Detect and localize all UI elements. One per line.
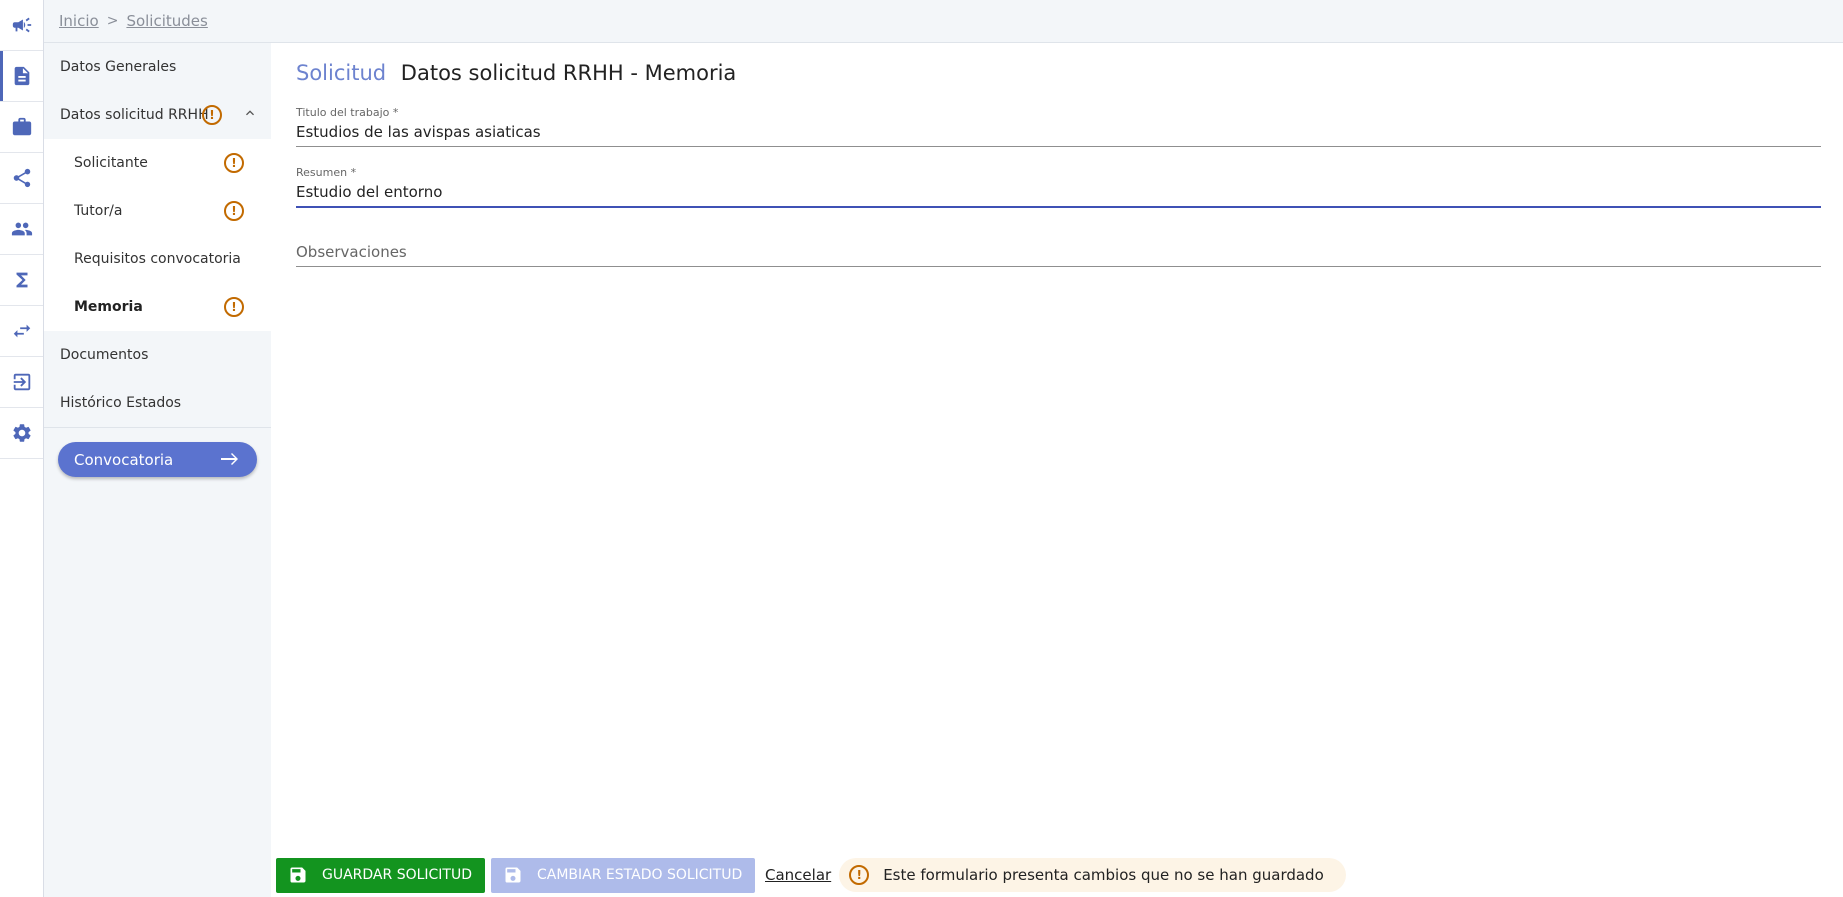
warning-icon: ! bbox=[224, 297, 244, 317]
rail-item-sums[interactable] bbox=[0, 255, 43, 306]
change-state-button-label: CAMBIAR ESTADO SOLICITUD bbox=[537, 867, 743, 883]
page-title: Solicitud Datos solicitud RRHH - Memoria bbox=[296, 61, 736, 85]
rail-item-requests[interactable] bbox=[0, 51, 43, 102]
warning-icon: ! bbox=[224, 153, 244, 173]
breadcrumb: Inicio > Solicitudes bbox=[44, 0, 1843, 43]
nav-item-label: Memoria bbox=[74, 299, 143, 315]
rail-item-people[interactable] bbox=[0, 204, 43, 255]
observaciones-field[interactable]: Observaciones bbox=[296, 243, 1821, 267]
rail-item-transfers[interactable] bbox=[0, 306, 43, 357]
people-icon bbox=[11, 222, 32, 236]
breadcrumb-current-link[interactable]: Solicitudes bbox=[126, 12, 207, 30]
nav-item-label: Datos solicitud RRHH bbox=[60, 107, 209, 123]
nav-item-historico[interactable]: Histórico Estados bbox=[44, 379, 271, 427]
unsaved-changes-banner: ! Este formulario presenta cambios que n… bbox=[839, 858, 1346, 892]
rail-item-projects[interactable] bbox=[0, 102, 43, 153]
breadcrumb-separator: > bbox=[106, 13, 119, 29]
nav-item-label: Solicitante bbox=[74, 155, 148, 171]
nav-item-label: Tutor/a bbox=[74, 203, 123, 219]
resumen-label: Resumen * bbox=[296, 166, 357, 179]
document-icon bbox=[14, 66, 29, 86]
chevron-up-icon[interactable] bbox=[242, 105, 258, 121]
main-content: Solicitud Datos solicitud RRHH - Memoria… bbox=[271, 43, 1843, 853]
rail-item-share[interactable] bbox=[0, 153, 43, 204]
unsaved-changes-message: Este formulario presenta cambios que no … bbox=[883, 866, 1324, 884]
titulo-label: Titulo del trabajo * bbox=[296, 106, 399, 119]
save-button-label: GUARDAR SOLICITUD bbox=[322, 867, 473, 883]
logout-icon bbox=[13, 373, 30, 391]
save-icon bbox=[505, 867, 521, 883]
share-icon bbox=[13, 168, 30, 188]
observaciones-input[interactable]: Observaciones bbox=[296, 243, 1821, 267]
briefcase-icon bbox=[12, 117, 31, 136]
save-icon bbox=[290, 867, 306, 883]
nav-item-memoria[interactable]: Memoria ! bbox=[44, 283, 271, 331]
page-title-text: Datos solicitud RRHH - Memoria bbox=[400, 61, 737, 85]
nav-item-label: Documentos bbox=[60, 347, 149, 363]
nav-item-requisitos[interactable]: Requisitos convocatoria bbox=[44, 235, 271, 283]
arrow-right-icon bbox=[221, 453, 238, 465]
page-title-prefix: Solicitud bbox=[296, 61, 387, 85]
nav-divider bbox=[44, 427, 271, 428]
rail-item-announcements[interactable] bbox=[0, 0, 43, 51]
nav-item-label: Histórico Estados bbox=[60, 395, 182, 411]
resumen-field[interactable]: Resumen * Estudio del entorno bbox=[296, 166, 1821, 208]
change-state-button[interactable]: CAMBIAR ESTADO SOLICITUD bbox=[491, 857, 755, 893]
megaphone-icon bbox=[12, 17, 31, 33]
resumen-input[interactable]: Estudio del entorno bbox=[296, 183, 1821, 208]
save-button[interactable]: GUARDAR SOLICITUD bbox=[276, 857, 485, 893]
form-footer: GUARDAR SOLICITUD CAMBIAR ESTADO SOLICIT… bbox=[271, 853, 1843, 897]
warning-icon: ! bbox=[224, 201, 244, 221]
nav-item-label: Datos Generales bbox=[60, 59, 177, 75]
nav-item-tutor[interactable]: Tutor/a ! bbox=[44, 187, 271, 235]
titulo-input[interactable]: Estudios de las avispas asiaticas bbox=[296, 123, 1821, 147]
warning-icon: ! bbox=[202, 105, 222, 125]
convocatoria-button[interactable]: Convocatoria bbox=[58, 442, 257, 477]
breadcrumb-home-link[interactable]: Inicio bbox=[59, 12, 99, 30]
nav-item-datos-solicitud[interactable]: Datos solicitud RRHH ! bbox=[44, 91, 271, 139]
nav-item-label: Requisitos convocatoria bbox=[74, 251, 241, 267]
cancel-link[interactable]: Cancelar bbox=[765, 866, 831, 884]
rail-item-logout[interactable] bbox=[0, 357, 43, 408]
gear-icon bbox=[12, 424, 31, 442]
nav-item-documentos[interactable]: Documentos bbox=[44, 331, 271, 379]
nav-item-datos-generales[interactable]: Datos Generales bbox=[44, 43, 271, 91]
swap-icon bbox=[13, 324, 30, 338]
section-nav: Datos Generales Datos solicitud RRHH ! S… bbox=[44, 43, 271, 897]
rail-item-settings[interactable] bbox=[0, 408, 43, 459]
warning-icon: ! bbox=[849, 865, 870, 885]
convocatoria-button-label: Convocatoria bbox=[74, 450, 174, 469]
app-rail bbox=[0, 0, 44, 897]
titulo-field[interactable]: Titulo del trabajo * Estudios de las avi… bbox=[296, 106, 1821, 147]
sigma-icon bbox=[16, 272, 27, 288]
nav-item-solicitante[interactable]: Solicitante ! bbox=[44, 139, 271, 187]
